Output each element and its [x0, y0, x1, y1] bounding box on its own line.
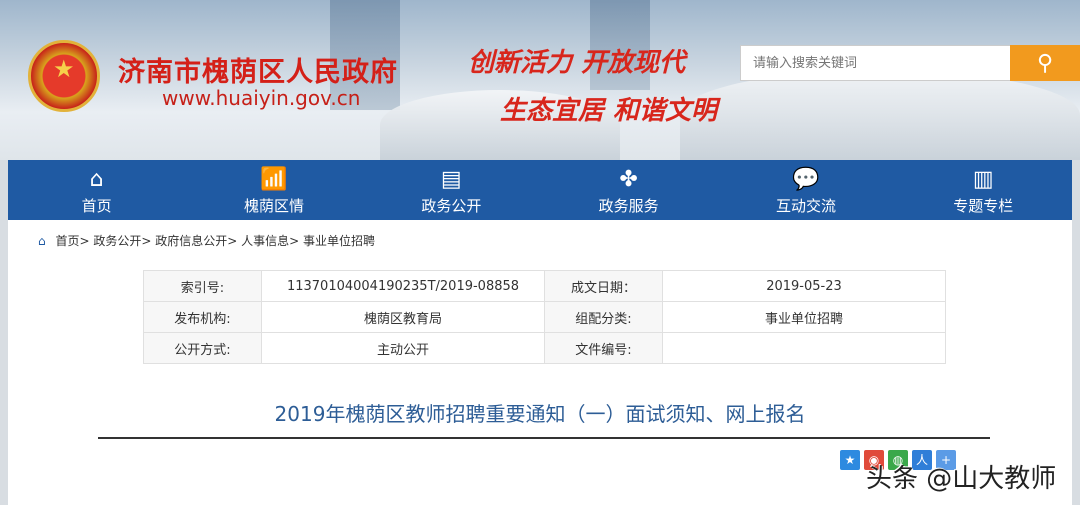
- nav-label: 互动交流: [775, 197, 836, 215]
- site-name: 济南市槐荫区人民政府: [118, 57, 398, 88]
- site-url: www.huaiyin.gov.cn: [162, 86, 361, 110]
- nav-item-gov-service[interactable]: ✤ 政务服务: [540, 160, 717, 220]
- main-nav: ⌂ 首页 📶 槐荫区情 ▤ 政务公开 ✤ 政务服务 💬 互动交流 ▥ 专题专栏: [8, 160, 1072, 220]
- header-banner: ★ 济南市槐荫区人民政府 www.huaiyin.gov.cn 创新活力 开放现…: [0, 0, 1080, 160]
- cell-value: [662, 332, 946, 364]
- nav-item-interaction[interactable]: 💬 互动交流: [717, 160, 894, 220]
- nav-item-home[interactable]: ⌂ 首页: [8, 160, 185, 220]
- cell-value: 事业单位招聘: [662, 301, 946, 333]
- chart-icon: 📶: [260, 167, 288, 192]
- nav-label: 专题专栏: [953, 197, 1014, 215]
- national-emblem-logo: ★: [28, 40, 100, 112]
- cell-value: 槐荫区教育局: [261, 301, 545, 333]
- article-title: 2019年槐荫区教师招聘重要通知（一）面试须知、网上报名: [274, 402, 806, 426]
- slogan-2: 生态宜居 和谐文明: [500, 96, 718, 126]
- nav-item-topics[interactable]: ▥ 专题专栏: [895, 160, 1072, 220]
- nav-item-district[interactable]: 📶 槐荫区情: [185, 160, 362, 220]
- search-input[interactable]: [740, 45, 1010, 81]
- breadcrumb-link[interactable]: 政务公开: [93, 234, 141, 248]
- nav-item-gov-open[interactable]: ▤ 政务公开: [363, 160, 540, 220]
- breadcrumb-link[interactable]: 首页: [55, 234, 79, 248]
- breadcrumb: ⌂ 首页> 政务公开> 政府信息公开> 人事信息> 事业单位招聘: [38, 234, 376, 248]
- qzone-share-icon[interactable]: ★: [840, 450, 860, 470]
- search-button[interactable]: ⚲: [1010, 45, 1080, 81]
- search-bar: ⚲: [740, 45, 1080, 81]
- grid-icon: ✤: [619, 167, 638, 192]
- cell-value: 主动公开: [261, 332, 545, 364]
- home-icon: ⌂: [89, 167, 104, 192]
- cell-value: 2019-05-23: [662, 270, 946, 302]
- cell-label: 成文日期：: [544, 270, 663, 302]
- table-row: 索引号: 11370104004190235T/2019-08858 成文日期： 20…: [143, 270, 946, 302]
- nav-label: 首页: [81, 197, 112, 215]
- dome-image: [680, 70, 1080, 160]
- breadcrumb-link[interactable]: 事业单位招聘: [303, 234, 375, 248]
- document-icon: ▤: [440, 167, 462, 192]
- title-divider: [98, 437, 990, 439]
- breadcrumb-link[interactable]: 政府信息公开: [155, 234, 227, 248]
- nav-label: 槐荫区情: [243, 197, 304, 215]
- content-area: ⌂ 首页> 政务公开> 政府信息公开> 人事信息> 事业单位招聘 索引号: 113…: [8, 220, 1072, 505]
- table-row: 发布机构: 槐荫区教育局 组配分类: 事业单位招聘: [143, 301, 946, 333]
- cell-label: 组配分类:: [544, 301, 663, 333]
- cell-label: 发布机构:: [143, 301, 262, 333]
- breadcrumb-link[interactable]: 人事信息: [241, 234, 289, 248]
- cell-label: 文件编号:: [544, 332, 663, 364]
- cell-value: 11370104004190235T/2019-08858: [261, 270, 545, 302]
- cell-label: 公开方式:: [143, 332, 262, 364]
- nav-label: 政务公开: [421, 197, 482, 215]
- document-info-table: 索引号: 11370104004190235T/2019-08858 成文日期： 20…: [143, 270, 946, 364]
- chat-icon: 💬: [792, 167, 820, 192]
- watermark: 头条 @山大教师: [866, 464, 1057, 494]
- search-icon: ⚲: [1036, 50, 1054, 75]
- home-icon: ⌂: [38, 234, 46, 248]
- nav-label: 政务服务: [598, 197, 659, 215]
- cell-label: 索引号:: [143, 270, 262, 302]
- slogan-1: 创新活力 开放现代: [468, 48, 686, 78]
- bookmark-icon: ▥: [972, 167, 994, 192]
- table-row: 公开方式: 主动公开 文件编号:: [143, 332, 946, 364]
